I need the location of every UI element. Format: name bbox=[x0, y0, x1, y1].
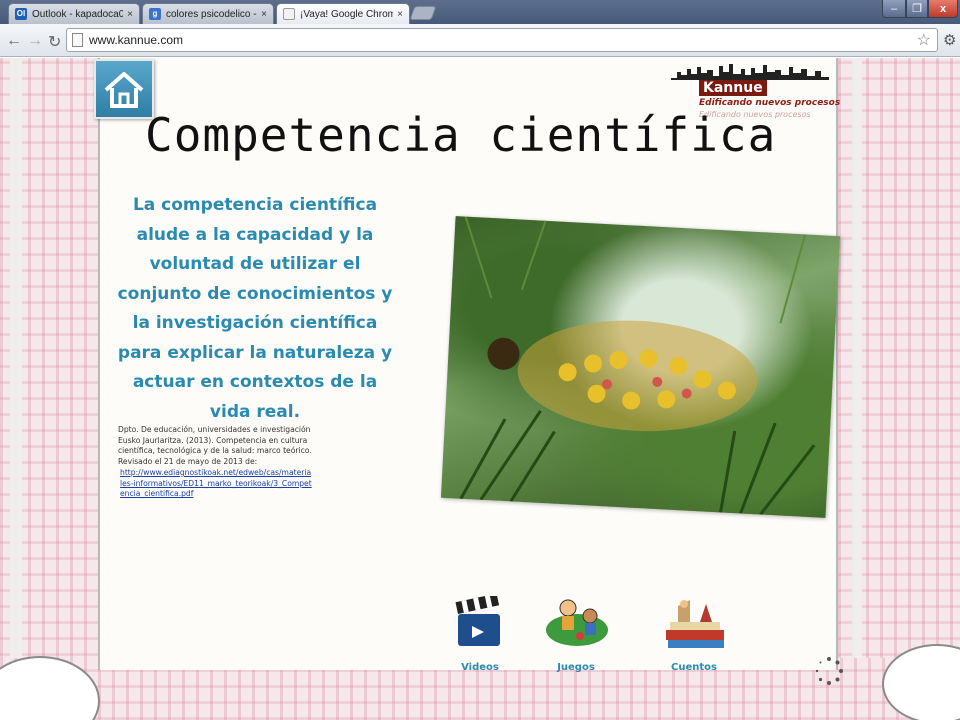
tab-close-icon[interactable]: × bbox=[261, 9, 267, 20]
divider-line bbox=[98, 58, 100, 670]
browser-toolbar: ← → ↻ www.kannue.com ☆ ⚙ bbox=[0, 24, 960, 57]
decorative-frame-stripe bbox=[852, 58, 862, 720]
storybooks-icon bbox=[666, 600, 724, 648]
tab-title: ¡Vaya! Google Chrome no bbox=[300, 8, 393, 20]
new-tab-button[interactable] bbox=[409, 6, 437, 20]
tab-google-search[interactable]: g colores psicodelico - Busc × bbox=[142, 3, 274, 24]
nav-label-videos: Videos bbox=[461, 662, 499, 673]
logo-tagline: Edificando nuevos procesos bbox=[699, 98, 841, 108]
close-window-button[interactable]: x bbox=[928, 0, 958, 18]
slide: Kannue Edificando nuevos procesos Edific… bbox=[0, 58, 960, 720]
tab-title: Outlook - kapadoca03@h bbox=[32, 8, 124, 20]
forest-scene-illustration bbox=[459, 216, 816, 516]
minimize-button[interactable]: – bbox=[882, 0, 906, 18]
nav-juegos[interactable]: Juegos bbox=[536, 596, 616, 676]
nav-label-cuentos: Cuentos bbox=[671, 662, 717, 673]
wrench-menu-icon[interactable]: ⚙ bbox=[943, 31, 956, 49]
decorative-frame-stripe bbox=[10, 58, 22, 720]
house-icon bbox=[104, 72, 144, 108]
citation-link[interactable]: http://www.ediagnostikoak.net/edweb/cas/… bbox=[118, 468, 313, 500]
page-title: Competencia científica bbox=[145, 108, 777, 162]
loading-spinner-icon bbox=[815, 657, 843, 685]
tab-title: colores psicodelico - Busc bbox=[166, 8, 257, 20]
tab-chrome-error[interactable]: ¡Vaya! Google Chrome no × bbox=[276, 3, 410, 24]
nav-cuentos[interactable]: Cuentos bbox=[654, 596, 734, 676]
maximize-button[interactable]: ❐ bbox=[906, 0, 928, 18]
nav-label-juegos: Juegos bbox=[557, 662, 595, 673]
city-skyline-icon bbox=[671, 64, 829, 80]
back-arrow-icon[interactable]: ← bbox=[6, 32, 22, 50]
citation: Dpto. De educación, universidades e inve… bbox=[118, 425, 313, 500]
tab-close-icon[interactable]: × bbox=[127, 9, 133, 20]
page-icon bbox=[72, 33, 83, 47]
outlook-favicon-icon: Ol bbox=[15, 8, 27, 20]
page-favicon-icon bbox=[283, 8, 295, 20]
definition-text: La competencia científica alude a la cap… bbox=[117, 195, 393, 422]
tab-close-icon[interactable]: × bbox=[397, 9, 403, 20]
citation-text: Dpto. De educación, universidades e inve… bbox=[118, 425, 312, 467]
tab-outlook[interactable]: Ol Outlook - kapadoca03@h × bbox=[8, 3, 140, 24]
children-in-forest-photo bbox=[440, 216, 841, 518]
forward-arrow-icon[interactable]: → bbox=[27, 32, 43, 50]
url-text[interactable]: www.kannue.com bbox=[89, 33, 183, 47]
browser-tab-strip: Ol Outlook - kapadoca03@h × g colores ps… bbox=[0, 0, 960, 24]
bookmark-star-icon[interactable]: ☆ bbox=[917, 30, 931, 50]
logo-name: Kannue bbox=[699, 80, 767, 96]
divider-line bbox=[836, 58, 838, 670]
children-playing-icon bbox=[546, 599, 608, 646]
nav-videos[interactable]: Videos bbox=[440, 596, 520, 676]
google-favicon-icon: g bbox=[149, 8, 161, 20]
clapperboard-icon bbox=[455, 596, 500, 646]
address-bar[interactable]: www.kannue.com ☆ bbox=[66, 28, 938, 52]
reload-icon[interactable]: ↻ bbox=[48, 32, 61, 52]
